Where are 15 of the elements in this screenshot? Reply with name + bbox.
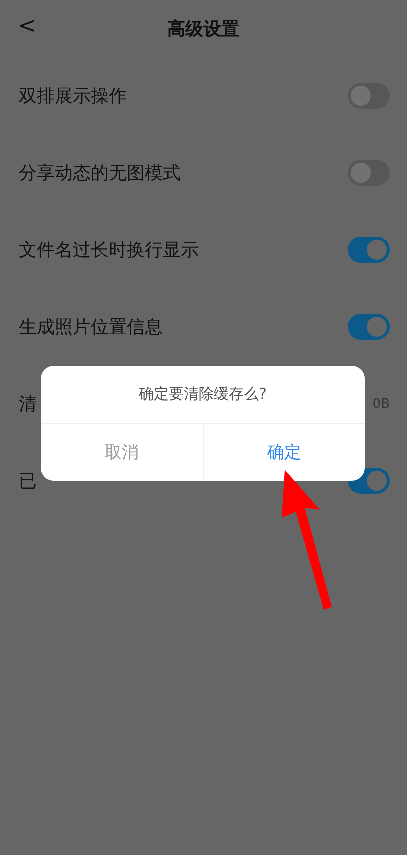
cancel-button[interactable]: 取消	[41, 424, 204, 481]
setting-label: 分享动态的无图模式	[19, 162, 181, 185]
setting-label: 清	[19, 393, 37, 416]
confirm-button[interactable]: 确定	[204, 424, 365, 481]
toggle-switch[interactable]	[348, 83, 390, 109]
dialog-message: 确定要清除缓存么?	[139, 385, 267, 404]
toggle-switch[interactable]	[348, 314, 390, 340]
page-title: 高级设置	[168, 18, 240, 41]
toggle-switch[interactable]	[348, 237, 390, 263]
setting-label: 双排展示操作	[19, 85, 127, 108]
setting-label: 文件名过长时换行显示	[19, 239, 199, 262]
setting-label: 生成照片位置信息	[19, 316, 163, 339]
setting-label: 已	[19, 470, 37, 493]
back-button[interactable]: <	[18, 14, 36, 39]
toggle-switch[interactable]	[348, 160, 390, 186]
